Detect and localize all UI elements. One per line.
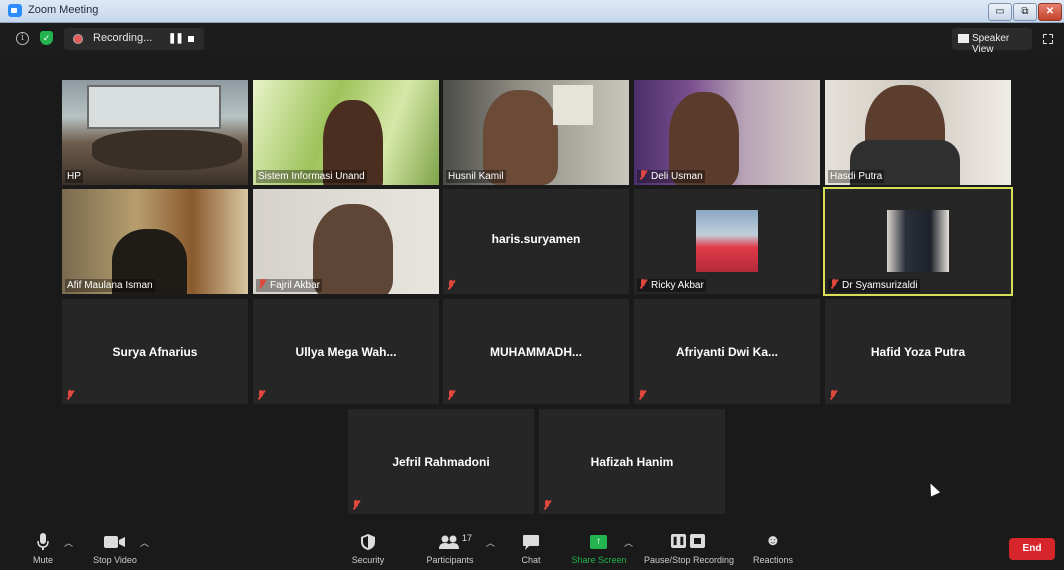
participant-name: Ricky Akbar bbox=[637, 279, 706, 292]
chat-bubble-icon bbox=[523, 535, 539, 550]
share-screen-label: Share Screen bbox=[571, 555, 627, 565]
participant-name: Sistem Informasi Unand bbox=[256, 170, 367, 183]
zoom-app-icon bbox=[8, 4, 22, 17]
mute-label: Mute bbox=[32, 555, 53, 565]
video-tile[interactable]: Fajril Akbar bbox=[253, 189, 439, 294]
participant-name: Deli Usman bbox=[637, 170, 705, 183]
mute-button[interactable]: Mute bbox=[22, 528, 64, 570]
security-label: Security bbox=[351, 555, 385, 565]
participant-tile[interactable]: haris.suryamen bbox=[443, 189, 629, 294]
pause-recording-icon[interactable]: ❚❚ bbox=[168, 33, 184, 44]
participant-name: MUHAMMADH... bbox=[490, 344, 582, 359]
pause-stop-recording-label: Pause/Stop Recording bbox=[643, 555, 735, 565]
mic-muted-icon bbox=[352, 500, 360, 510]
meeting-topbar: i ✓ Recording... ❚❚ Speaker View bbox=[0, 23, 1064, 55]
avatar bbox=[887, 210, 949, 272]
participants-label: Participants bbox=[426, 555, 474, 565]
active-speaker-tile[interactable]: Dr Syamsurizaldi bbox=[823, 187, 1013, 296]
participant-tile[interactable]: MUHAMMADH... bbox=[443, 299, 629, 404]
mic-muted-icon bbox=[638, 390, 646, 400]
share-screen-arrow-icon: ↑ bbox=[590, 535, 607, 549]
mouse-cursor-icon bbox=[925, 481, 941, 497]
video-tile[interactable]: Sistem Informasi Unand bbox=[253, 80, 439, 185]
participant-name: Hafid Yoza Putra bbox=[870, 344, 966, 359]
participant-name: Afif Maulana Isman bbox=[65, 279, 155, 292]
end-meeting-button[interactable]: End bbox=[1009, 538, 1055, 560]
info-icon[interactable]: i bbox=[16, 32, 29, 45]
mic-muted-icon bbox=[829, 390, 837, 400]
microphone-icon bbox=[37, 533, 49, 550]
speaker-view-button[interactable]: Speaker View bbox=[952, 28, 1032, 55]
reactions-label: Reactions bbox=[752, 555, 794, 565]
minimize-button[interactable]: ▭ bbox=[988, 3, 1012, 21]
video-tile[interactable]: Hasdi Putra bbox=[825, 80, 1011, 185]
video-tile[interactable]: Husnil Kamil bbox=[443, 80, 629, 185]
mic-muted-icon bbox=[639, 170, 648, 180]
mic-muted-icon bbox=[257, 390, 265, 400]
participant-name: Fajril Akbar bbox=[256, 279, 323, 292]
participant-name: Surya Afnarius bbox=[112, 344, 198, 359]
speaker-view-icon bbox=[958, 34, 969, 43]
participant-name: Hasdi Putra bbox=[828, 170, 885, 183]
chat-button[interactable]: Chat bbox=[512, 528, 550, 570]
recording-label: Recording... bbox=[93, 32, 153, 44]
participants-button[interactable]: 17 Participants bbox=[420, 528, 480, 570]
avatar bbox=[696, 210, 758, 272]
participant-name: Afriyanti Dwi Ka... bbox=[675, 344, 779, 359]
participant-name: Hafizah Hanim bbox=[590, 454, 674, 469]
participants-options-chevron-icon[interactable]: ︿ bbox=[486, 536, 495, 549]
participant-name: Husnil Kamil bbox=[446, 170, 506, 183]
recording-indicator: Recording... ❚❚ bbox=[64, 28, 204, 50]
pause-icon: ❚❚ bbox=[671, 534, 686, 548]
mic-muted-icon bbox=[447, 390, 455, 400]
reaction-smiley-icon: ☻ bbox=[765, 532, 781, 549]
video-options-chevron-icon[interactable]: ︿ bbox=[140, 536, 149, 549]
participant-tile[interactable]: Ricky Akbar bbox=[634, 189, 820, 294]
close-button[interactable]: ✕ bbox=[1038, 3, 1062, 21]
participants-count: 17 bbox=[462, 533, 473, 543]
stop-recording-icon[interactable] bbox=[188, 36, 194, 42]
reactions-button[interactable]: ☻ Reactions bbox=[750, 528, 796, 570]
share-screen-button[interactable]: ↑ Share Screen bbox=[570, 528, 628, 570]
mic-muted-icon bbox=[66, 390, 74, 400]
mic-muted-icon bbox=[447, 280, 455, 290]
share-options-chevron-icon[interactable]: ︿ bbox=[624, 536, 633, 549]
recording-dot-icon bbox=[73, 34, 83, 44]
participant-name: Dr Syamsurizaldi bbox=[828, 279, 920, 292]
stop-video-label: Stop Video bbox=[93, 555, 137, 565]
mic-muted-icon bbox=[639, 279, 648, 289]
restore-button[interactable]: ⧉ bbox=[1013, 3, 1037, 21]
mic-muted-icon bbox=[543, 500, 551, 510]
encryption-shield-icon[interactable]: ✓ bbox=[40, 31, 53, 45]
pause-stop-recording-button[interactable]: ❚❚ Pause/Stop Recording bbox=[640, 528, 738, 570]
stop-video-button[interactable]: Stop Video bbox=[86, 528, 144, 570]
window-titlebar: Zoom Meeting ▭ ⧉ ✕ bbox=[0, 0, 1064, 23]
participant-tile[interactable]: Hafid Yoza Putra bbox=[825, 299, 1011, 404]
mute-options-chevron-icon[interactable]: ︿ bbox=[64, 536, 73, 549]
speaker-view-label: Speaker View bbox=[972, 33, 1010, 55]
fullscreen-icon[interactable] bbox=[1043, 34, 1053, 44]
participants-icon bbox=[439, 535, 459, 549]
participant-name: Ullya Mega Wah... bbox=[295, 344, 397, 359]
chat-label: Chat bbox=[521, 555, 541, 565]
participant-tile[interactable]: Afriyanti Dwi Ka... bbox=[634, 299, 820, 404]
security-button[interactable]: Security bbox=[344, 528, 392, 570]
window-title: Zoom Meeting bbox=[28, 4, 99, 16]
participant-tile[interactable]: Surya Afnarius bbox=[62, 299, 248, 404]
participant-name: haris.suryamen bbox=[491, 232, 581, 246]
participant-tile[interactable]: Jefril Rahmadoni bbox=[348, 409, 534, 514]
security-shield-icon bbox=[361, 534, 375, 550]
participant-name: Jefril Rahmadoni bbox=[392, 454, 490, 469]
participant-tile[interactable]: Hafizah Hanim bbox=[539, 409, 725, 514]
participant-name: HP bbox=[65, 170, 83, 183]
video-tile[interactable]: Afif Maulana Isman bbox=[62, 189, 248, 294]
stop-icon bbox=[690, 534, 705, 548]
mic-muted-icon bbox=[830, 279, 839, 289]
video-tile[interactable]: HP bbox=[62, 80, 248, 185]
participant-tile[interactable]: Ullya Mega Wah... bbox=[253, 299, 439, 404]
meeting-toolbar: Mute ︿ Stop Video ︿ Security 17 Particip… bbox=[0, 528, 1064, 570]
mic-muted-icon bbox=[258, 279, 267, 289]
video-tile[interactable]: Deli Usman bbox=[634, 80, 820, 185]
video-camera-icon bbox=[104, 536, 125, 548]
